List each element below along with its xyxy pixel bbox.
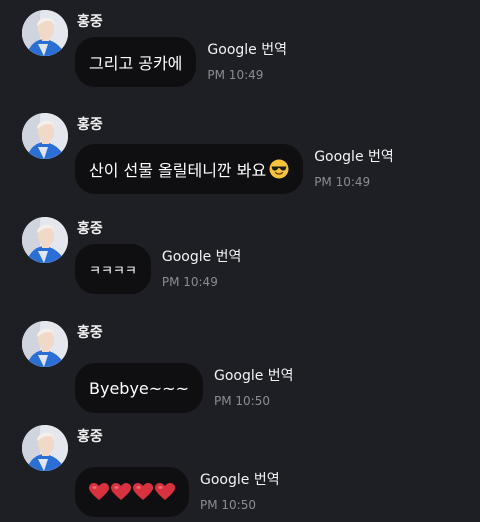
timestamp: PM 10:49 (161, 275, 218, 289)
red-heart-icon (155, 483, 175, 501)
timestamp: PM 10:49 (207, 68, 264, 82)
avatar[interactable] (22, 321, 68, 367)
translate-link[interactable]: Google 번역 (314, 147, 394, 167)
sender-name: 홍중 (77, 117, 103, 133)
smiling-face-with-sunglasses-icon (269, 159, 289, 179)
message-row: ㅋㅋㅋㅋ Google 번역 PM 10:49 (75, 244, 241, 294)
avatar[interactable] (22, 425, 68, 471)
translate-link[interactable]: Google 번역 (207, 40, 287, 60)
message-meta: Google 번역 PM 10:50 (200, 467, 280, 513)
message-text: 그리고 공카에 (89, 54, 183, 73)
timestamp: PM 10:50 (200, 498, 256, 512)
message-row: Google 번역 PM 10:50 (75, 467, 280, 517)
translate-link[interactable]: Google 번역 (214, 366, 294, 386)
message-meta: Google 번역 PM 10:50 (214, 363, 294, 409)
hearts-row (89, 483, 175, 501)
message-bubble[interactable]: 산이 선물 올릴테니깐 봐요 (75, 144, 304, 194)
sender-name: 홍중 (77, 325, 103, 341)
avatar[interactable] (22, 113, 68, 159)
message-row: 산이 선물 올릴테니깐 봐요 Google 번역 PM 10:49 (75, 144, 394, 194)
message-row: Byebye~~~ Google 번역 PM 10:50 (75, 363, 294, 413)
message-bubble[interactable]: 그리고 공카에 (75, 37, 197, 87)
sender-name: 홍중 (77, 14, 103, 30)
timestamp: PM 10:50 (213, 394, 270, 408)
message-row: 그리고 공카에 Google 번역 PM 10:49 (75, 37, 287, 87)
message-bubble[interactable]: Byebye~~~ (75, 363, 203, 413)
red-heart-icon (133, 483, 153, 501)
message-text: ㅋㅋㅋㅋ (89, 263, 137, 279)
message-text: 산이 선물 올릴테니깐 봐요 (89, 161, 267, 180)
message-meta: Google 번역 PM 10:49 (207, 37, 287, 83)
message-meta: Google 번역 PM 10:49 (162, 244, 242, 290)
message-meta: Google 번역 PM 10:49 (314, 144, 394, 190)
timestamp: PM 10:49 (314, 175, 371, 189)
translate-link[interactable]: Google 번역 (200, 470, 280, 490)
sender-name: 홍중 (77, 221, 103, 237)
avatar[interactable] (22, 217, 68, 263)
avatar[interactable] (22, 10, 68, 56)
red-heart-icon (89, 483, 109, 501)
red-heart-icon (111, 483, 131, 501)
message-bubble[interactable]: ㅋㅋㅋㅋ (75, 244, 151, 294)
translate-link[interactable]: Google 번역 (162, 247, 242, 267)
message-bubble[interactable] (75, 467, 189, 517)
sender-name: 홍중 (77, 429, 103, 445)
message-text: Byebye~~~ (89, 378, 189, 398)
